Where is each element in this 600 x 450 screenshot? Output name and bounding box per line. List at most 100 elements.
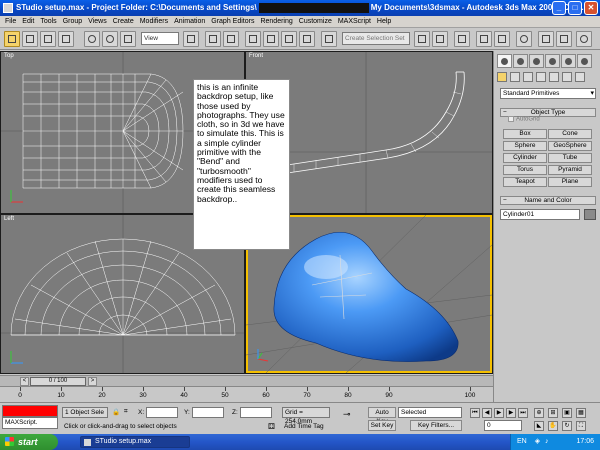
utilities-tab-icon[interactable] (577, 54, 592, 68)
go-to-end-icon[interactable]: ⏭ (518, 408, 528, 418)
close-button[interactable]: ✕ (584, 1, 598, 15)
teapot-button[interactable]: Teapot (503, 177, 547, 187)
absolute-mode-icon[interactable]: ⌗ (124, 408, 128, 416)
menu-maxscript[interactable]: MAXScript (335, 16, 374, 27)
orbit-icon[interactable]: ↻ (562, 421, 572, 431)
current-frame-field[interactable]: 0 (484, 420, 522, 431)
box-button[interactable]: Box (503, 129, 547, 139)
sphere-button[interactable]: Sphere (503, 141, 547, 151)
maximize-button[interactable]: □ (568, 1, 582, 15)
menu-group[interactable]: Group (60, 16, 85, 27)
object-color-swatch[interactable] (584, 209, 596, 220)
hierarchy-tab-icon[interactable] (529, 54, 544, 68)
pyramid-button[interactable]: Pyramid (548, 165, 592, 175)
space-warps-icon[interactable] (562, 72, 572, 82)
maximize-viewport-icon[interactable]: ⛶ (576, 421, 586, 431)
time-tag-icon[interactable]: ⚃ (268, 422, 275, 431)
rectangular-selection-icon[interactable] (40, 31, 56, 47)
next-frame-button[interactable]: > (88, 377, 97, 386)
y-coordinate-field[interactable] (192, 407, 224, 418)
torus-button[interactable]: Torus (503, 165, 547, 175)
tube-button[interactable]: Tube (548, 153, 592, 163)
autogrid-checkbox[interactable]: AutoGrid (508, 116, 540, 123)
menu-create[interactable]: Create (110, 16, 137, 27)
time-slider[interactable]: 0 / 100 (30, 377, 86, 386)
select-object-icon[interactable] (4, 31, 20, 47)
spinner-snap-icon[interactable] (299, 31, 315, 47)
modify-tab-icon[interactable] (513, 54, 528, 68)
helpers-icon[interactable] (549, 72, 559, 82)
select-by-name-icon[interactable] (22, 31, 38, 47)
menu-help[interactable]: Help (374, 16, 394, 27)
go-to-start-icon[interactable]: ⏮ (470, 408, 480, 418)
key-filters-button[interactable]: Key Filters... (410, 420, 462, 431)
pan-icon[interactable]: ✋ (548, 421, 558, 431)
auto-key-button[interactable]: Auto Key (368, 407, 396, 425)
lights-icon[interactable] (523, 72, 533, 82)
next-key-icon[interactable]: ▶ (506, 408, 516, 418)
x-coordinate-field[interactable] (146, 407, 178, 418)
motion-tab-icon[interactable] (545, 54, 560, 68)
maxscript-listener-output[interactable] (2, 405, 58, 417)
maxscript-mini-listener[interactable]: MAXScript. (2, 417, 58, 429)
time-slider-track[interactable]: < 0 / 100 > (0, 375, 493, 386)
set-key-button[interactable]: Set Key (368, 420, 396, 431)
curve-editor-icon[interactable] (476, 31, 492, 47)
key-mode-icon[interactable]: ⊸ (343, 409, 351, 420)
menu-rendering[interactable]: Rendering (257, 16, 295, 27)
key-mode-dropdown[interactable]: Selected (398, 407, 462, 418)
cylinder-button[interactable]: Cylinder (503, 153, 547, 163)
render-setup-icon[interactable] (538, 31, 554, 47)
named-selection-set-dropdown[interactable]: Create Selection Set (342, 32, 410, 45)
menu-views[interactable]: Views (85, 16, 110, 27)
previous-key-icon[interactable]: ◀ (482, 408, 492, 418)
window-crossing-icon[interactable] (58, 31, 74, 47)
menu-graph-editors[interactable]: Graph Editors (208, 16, 257, 27)
z-coordinate-field[interactable] (240, 407, 272, 418)
percent-snap-icon[interactable] (281, 31, 297, 47)
previous-frame-button[interactable]: < (20, 377, 29, 386)
menu-edit[interactable]: Edit (19, 16, 37, 27)
minimize-button[interactable]: _ (552, 1, 566, 15)
language-indicator[interactable]: EN (517, 438, 527, 445)
create-tab-icon[interactable] (497, 54, 512, 68)
keyboard-shortcut-icon[interactable] (223, 31, 239, 47)
scale-icon[interactable] (120, 31, 136, 47)
zoom-extents-all-icon[interactable]: ▦ (576, 408, 586, 418)
menu-animation[interactable]: Animation (171, 16, 208, 27)
volume-icon[interactable]: ♪ (545, 438, 549, 445)
object-name-field[interactable]: Cylinder01 (500, 209, 580, 220)
play-icon[interactable]: ▶ (494, 408, 504, 418)
layer-manager-icon[interactable] (454, 31, 470, 47)
zoom-extents-icon[interactable]: ▣ (562, 408, 572, 418)
menu-file[interactable]: File (2, 16, 19, 27)
rendered-frame-window-icon[interactable] (556, 31, 572, 47)
taskbar-item-3dsmax[interactable]: STudio setup.max (80, 436, 190, 448)
material-editor-icon[interactable] (516, 31, 532, 47)
menu-modifiers[interactable]: Modifiers (137, 16, 171, 27)
zoom-all-icon[interactable]: ⊞ (548, 408, 558, 418)
snap-toggle-icon[interactable] (245, 31, 261, 47)
menu-customize[interactable]: Customize (296, 16, 335, 27)
schematic-view-icon[interactable] (494, 31, 510, 47)
geometry-icon[interactable] (497, 72, 507, 82)
reference-coordinate-dropdown[interactable]: View (141, 32, 179, 45)
shapes-icon[interactable] (510, 72, 520, 82)
pivot-center-icon[interactable] (183, 31, 199, 47)
systems-icon[interactable] (575, 72, 585, 82)
track-bar[interactable]: 0 10 20 30 40 50 60 70 80 90 100 (0, 386, 493, 402)
menu-tools[interactable]: Tools (37, 16, 59, 27)
primitive-category-dropdown[interactable]: Standard Primitives (500, 88, 596, 99)
align-icon[interactable] (432, 31, 448, 47)
angle-snap-icon[interactable] (263, 31, 279, 47)
edit-named-selection-icon[interactable] (321, 31, 337, 47)
rotate-icon[interactable] (102, 31, 118, 47)
add-time-tag[interactable]: Add Time Tag (284, 423, 324, 430)
cameras-icon[interactable] (536, 72, 546, 82)
name-and-color-rollout[interactable]: Name and Color (500, 196, 596, 205)
display-tab-icon[interactable] (561, 54, 576, 68)
field-of-view-icon[interactable]: ◣ (534, 421, 544, 431)
lock-icon[interactable]: 🔒 (112, 408, 120, 416)
move-icon[interactable] (84, 31, 100, 47)
start-button[interactable]: start (0, 434, 58, 450)
